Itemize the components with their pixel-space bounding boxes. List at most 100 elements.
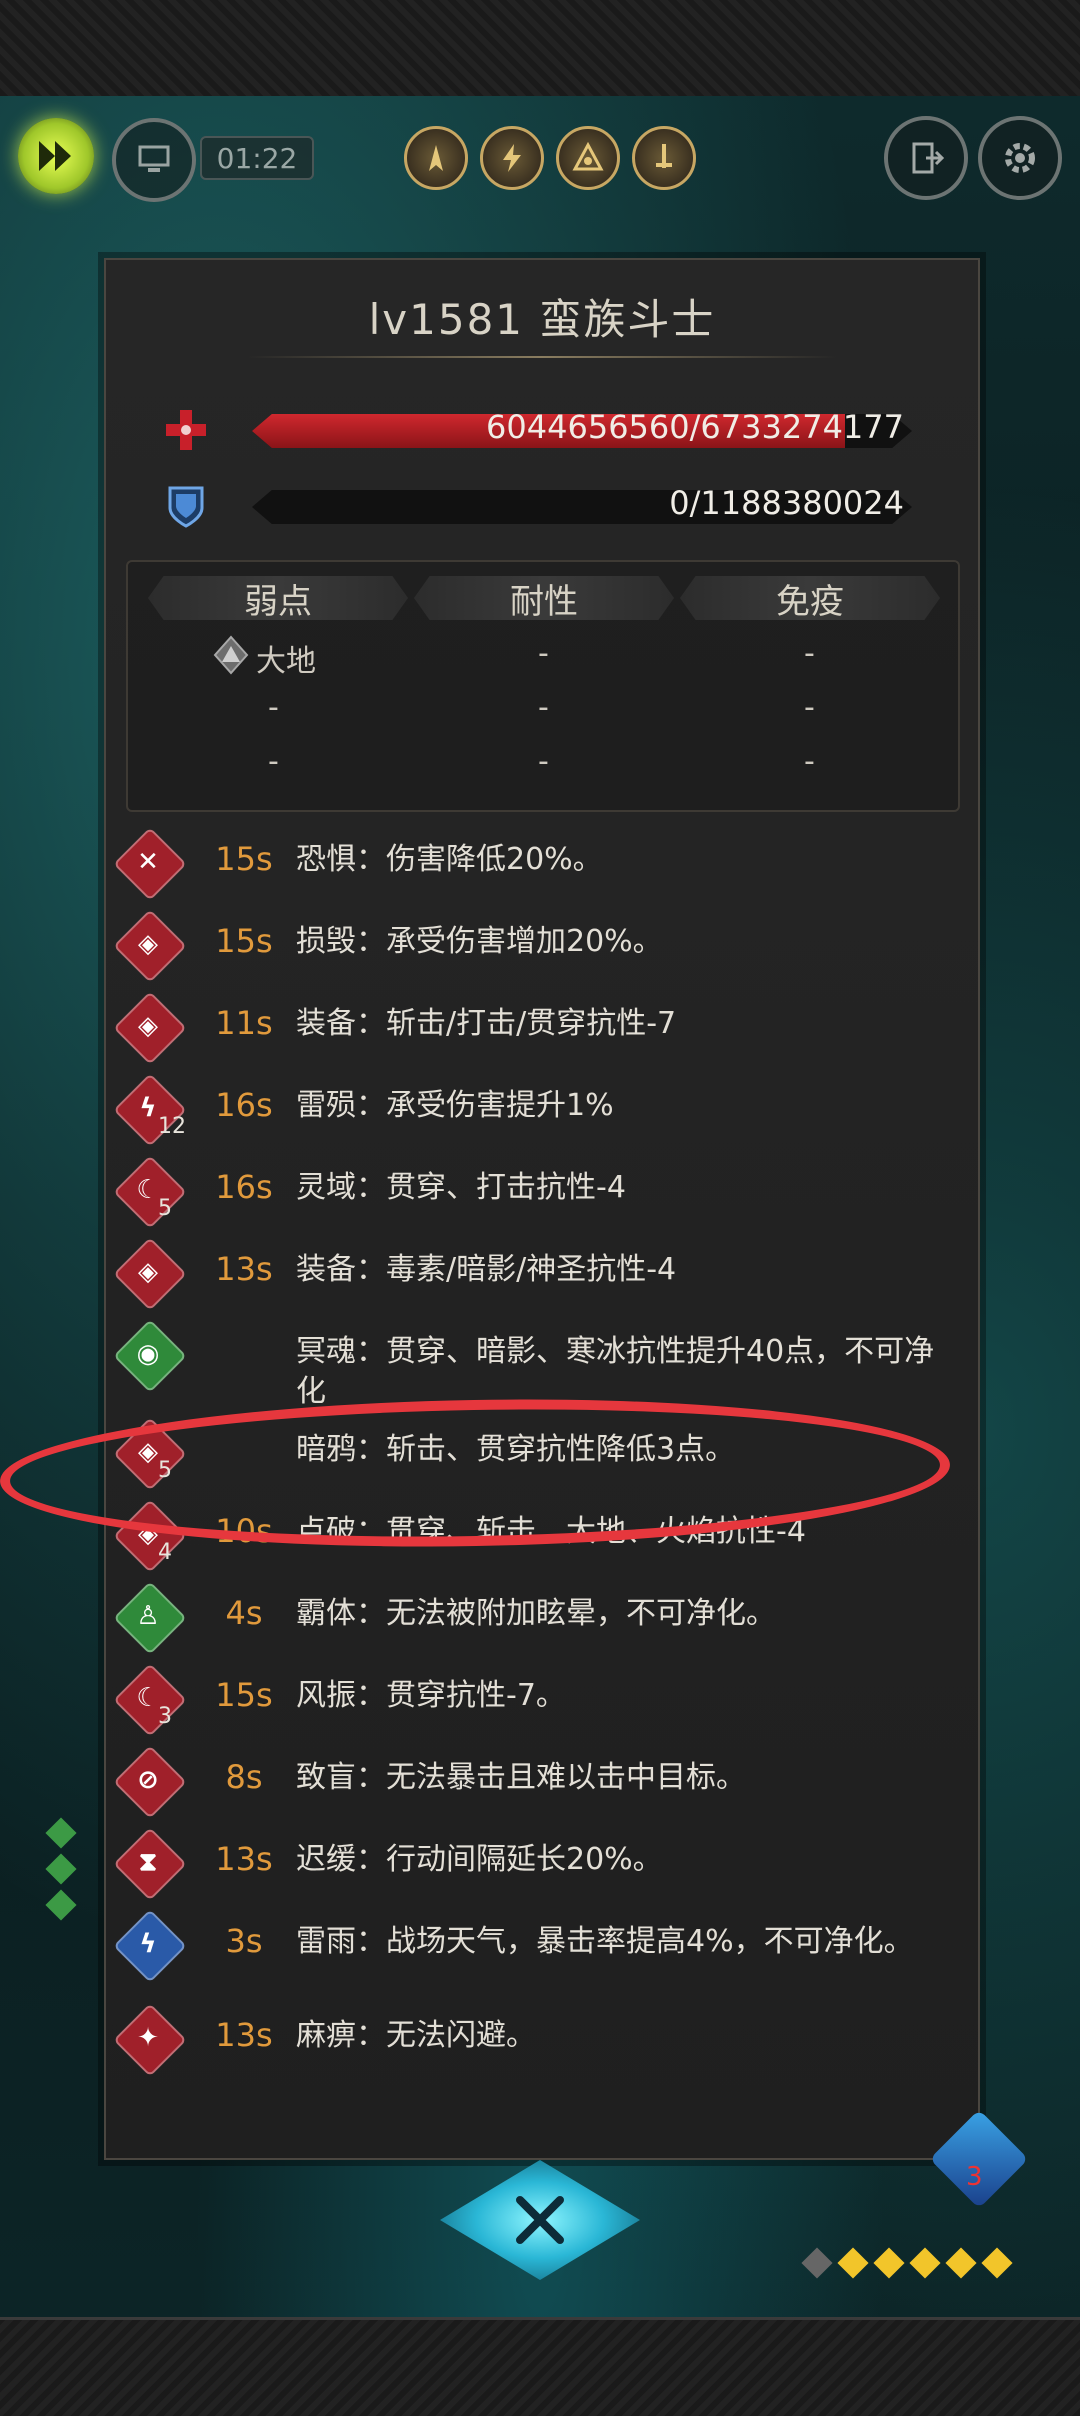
eye-icon-glyph: ◉ (136, 1339, 160, 1369)
effect-duration: 15s (215, 922, 273, 960)
computer-icon (138, 145, 170, 172)
effect-stack-count: 12 (158, 1114, 186, 1139)
status-effect-row[interactable]: ϟ 12 16s 雷殒：承受伤害提升1% (106, 1066, 978, 1150)
shield-text: 0/1188380024 (669, 484, 904, 522)
wave-dot-filled (981, 2247, 1013, 2279)
status-effect-row[interactable]: ⧗ 13s 迟缓：行动间隔延长20%。 (106, 1820, 978, 1904)
wave-dot-filled (945, 2247, 977, 2279)
status-effect-row[interactable]: ✕ 15s 恐惧：伤害降低20%。 (106, 820, 978, 904)
effect-duration: 11s (215, 1004, 273, 1042)
fast-forward-button[interactable] (18, 118, 94, 194)
auto-battle-button[interactable] (112, 118, 196, 202)
shield-icon (168, 486, 204, 528)
resistance-cell: - (538, 636, 549, 671)
paralysis-icon-glyph: ✦ (137, 2023, 159, 2053)
wave-dot-filled (909, 2247, 941, 2279)
status-effect-row[interactable]: ◈ 11s 装备：斩击/打击/贯穿抗性-7 (106, 984, 978, 1068)
immunity-cell: - (804, 636, 815, 671)
settings-button[interactable] (978, 116, 1062, 200)
wave-progress-dots (801, 2247, 1013, 2279)
resistance-header: 耐性 (414, 576, 674, 620)
effect-duration: 13s (215, 1840, 273, 1878)
wave-dot-empty (801, 2247, 833, 2279)
weakness-cell: 大地 (256, 644, 316, 679)
resistance-cell: - (538, 690, 549, 725)
immunity-cell: - (804, 744, 815, 779)
side-buff-icon (45, 1889, 77, 1921)
status-effect-row[interactable]: ◈ 13s 装备：毒素/暗影/神圣抗性-4 (106, 1230, 978, 1314)
effect-description: 雷殒：承受伤害提升1% (296, 1088, 614, 1123)
weakness-cell: - (268, 744, 279, 779)
effect-duration: 13s (215, 1250, 273, 1288)
fast-forward-icon (39, 141, 71, 171)
thunderstorm-icon-glyph: ϟ (139, 1929, 157, 1959)
shield-break-icon-glyph: ◈ (138, 1257, 158, 1287)
wave-dot-filled (837, 2247, 869, 2279)
resistance-cell: - (538, 744, 549, 779)
buff-count: 3 (966, 2162, 983, 2192)
effect-description: 雷雨：战场天气，暴击率提高4%，不可净化。 (296, 1924, 914, 1959)
exit-door-icon (912, 142, 945, 174)
status-effect-row[interactable]: ⊘ 8s 致盲：无法暴击且难以击中目标。 (106, 1738, 978, 1822)
hp-text: 6044656560/6733274177 (486, 408, 904, 446)
side-buff-stack (45, 1808, 77, 1921)
title-divider (246, 356, 838, 358)
fear-icon-glyph: ✕ (137, 847, 159, 877)
status-effect-row[interactable]: ◈ 15s 损毁：承受伤害增加20%。 (106, 902, 978, 986)
bottom-frame (0, 2317, 1080, 2416)
exit-battle-button[interactable] (884, 116, 968, 200)
figure-icon-glyph: ♙ (136, 1601, 160, 1631)
effect-description: 冥魂：贯穿、暗影、寒冰抗性提升40点，不可净化 (296, 1334, 935, 1409)
effect-description: 装备：斩击/打击/贯穿抗性-7 (296, 1006, 677, 1041)
effect-description: 迟缓：行动间隔延长20%。 (296, 1842, 663, 1877)
immunity-cell: - (804, 690, 815, 725)
effect-duration: 13s (215, 2016, 273, 2054)
effect-description: 致盲：无法暴击且难以击中目标。 (296, 1760, 746, 1795)
effect-duration: 16s (215, 1086, 273, 1124)
status-effect-row[interactable]: ◉ 冥魂：贯穿、暗影、寒冰抗性提升40点，不可净化 (106, 1312, 978, 1409)
status-effect-row[interactable]: ✦ 13s 麻痹：无法闪避。 (106, 1996, 978, 2080)
health-cross-icon (166, 410, 206, 450)
status-effect-row[interactable]: ☾ 5 16s 灵域：贯穿、打击抗性-4 (106, 1148, 978, 1232)
wave-dot-filled (873, 2247, 905, 2279)
status-effect-row[interactable]: ϟ 3s 雷雨：战场天气，暴击率提高4%，不可净化。 (106, 1902, 978, 1986)
lightning-skill-icon[interactable] (480, 126, 544, 190)
battle-timer: 01:22 (200, 136, 314, 180)
effect-duration: 8s (225, 1758, 263, 1796)
effect-description: 霸体：无法被附加眩晕，不可净化。 (296, 1596, 776, 1631)
shield-break-icon-glyph: ◈ (138, 1011, 158, 1041)
effect-duration: 4s (225, 1594, 263, 1632)
side-buff-icon (45, 1817, 77, 1849)
effect-duration: 16s (215, 1168, 273, 1206)
sword-skill-icon[interactable] (632, 126, 696, 190)
top-frame (0, 0, 1080, 99)
earth-element-icon (213, 635, 249, 675)
effect-duration: 15s (215, 840, 273, 878)
immunity-header: 免疫 (680, 576, 940, 620)
close-icon (516, 2196, 564, 2244)
effect-description: 风振：贯穿抗性-7。 (296, 1678, 566, 1713)
blind-icon-glyph: ⊘ (137, 1765, 159, 1795)
effect-stack-count: 3 (158, 1704, 172, 1729)
enemy-info-panel: lv1581 蛮族斗士 6044656560/6733274177 0/1188… (104, 258, 980, 2160)
effect-description: 麻痹：无法闪避。 (296, 2018, 536, 2053)
effect-duration: 3s (225, 1922, 263, 1960)
wings-skill-icon[interactable] (404, 126, 468, 190)
hourglass-icon-glyph: ⧗ (138, 1846, 158, 1877)
skill-badges (404, 126, 696, 190)
shield-row: 0/1188380024 (162, 476, 962, 536)
weakness-cell: - (268, 690, 279, 725)
triangle-skill-icon[interactable] (556, 126, 620, 190)
enemy-title: lv1581 蛮族斗士 (368, 295, 716, 344)
status-effect-row[interactable]: ♙ 4s 霸体：无法被附加眩晕，不可净化。 (106, 1574, 978, 1658)
effect-description: 恐惧：伤害降低20%。 (296, 842, 603, 877)
effect-description: 灵域：贯穿、打击抗性-4 (296, 1170, 626, 1205)
effect-description: 损毁：承受伤害增加20%。 (296, 924, 663, 959)
effect-stack-count: 5 (158, 1196, 172, 1221)
side-buff-icon (45, 1853, 77, 1885)
weakness-header: 弱点 (148, 576, 408, 620)
effect-description: 装备：毒素/暗影/神圣抗性-4 (296, 1252, 677, 1287)
effect-stack-count: 4 (158, 1540, 172, 1565)
status-effect-row[interactable]: ☾ 3 15s 风振：贯穿抗性-7。 (106, 1656, 978, 1740)
resistance-table: 弱点 耐性 免疫 大地 - - - - - - - - (126, 560, 960, 812)
